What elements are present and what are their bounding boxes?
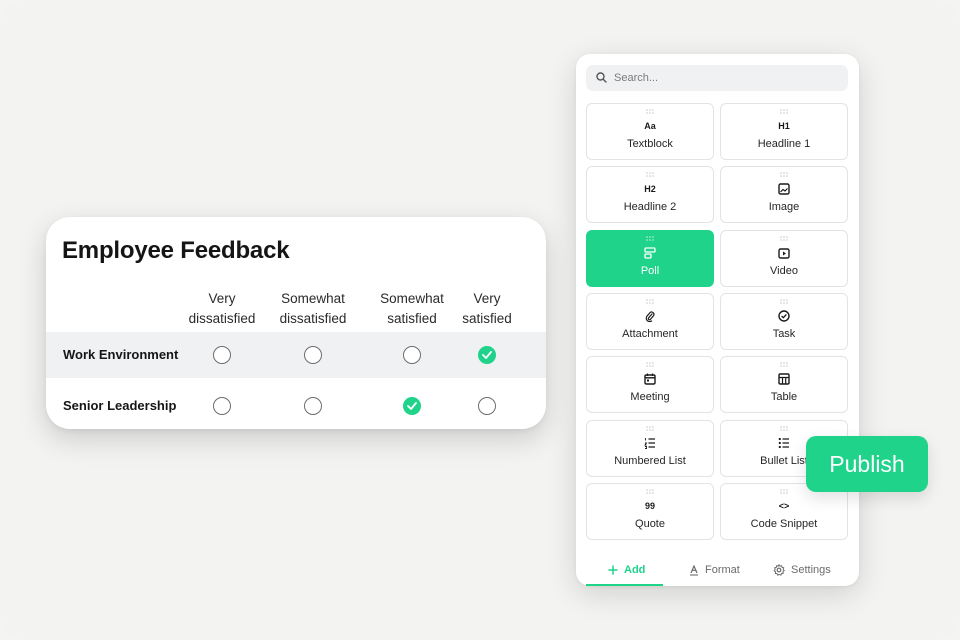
poll-icon [587, 246, 713, 260]
employee-feedback-card: Employee Feedback Very dissatisfied Some… [46, 217, 546, 429]
quote-icon: 99 [644, 501, 655, 511]
search-box [586, 65, 848, 91]
tile-label: Image [768, 201, 800, 213]
tile-label: Meeting [630, 391, 670, 403]
search-icon [596, 72, 607, 83]
tab-settings[interactable]: Settings [773, 556, 831, 584]
image-icon [721, 182, 847, 196]
calendar-icon [587, 372, 713, 386]
tab-label: Format [705, 564, 740, 576]
tile-label: Task [772, 328, 796, 340]
tab-add[interactable]: Add [608, 556, 645, 584]
drag-handle-icon [780, 362, 788, 367]
tile-headline-2[interactable]: H2 Headline 2 [586, 166, 714, 223]
panel-tabs: Add Format Settings [586, 556, 848, 586]
row-label: Work Environment [63, 347, 179, 362]
drag-handle-icon [780, 489, 788, 494]
tile-label: Headline 1 [757, 138, 811, 150]
plus-icon [608, 565, 618, 575]
radio-very-satisfied[interactable] [478, 346, 496, 364]
tile-quote[interactable]: 99 Quote [586, 483, 714, 540]
row-label: Senior Leadership [63, 398, 177, 413]
video-icon [721, 246, 847, 260]
drag-handle-icon [780, 236, 788, 241]
radio-very-satisfied[interactable] [478, 397, 496, 415]
drag-handle-icon [646, 236, 654, 241]
drag-handle-icon [780, 426, 788, 431]
tile-label: Attachment [622, 328, 678, 340]
drag-handle-icon [780, 172, 788, 177]
tile-label: Code Snippet [750, 518, 818, 530]
radio-very-dissatisfied[interactable] [213, 346, 231, 364]
drag-handle-icon [646, 299, 654, 304]
block-picker-panel: Aa Textblock H1 Headline 1 H2 Headline 2… [576, 54, 859, 586]
search-input[interactable] [614, 65, 840, 91]
tile-video[interactable]: Video [720, 230, 848, 287]
tab-format[interactable]: Format [689, 556, 740, 584]
survey-title: Employee Feedback [62, 237, 290, 264]
tile-label: Poll [640, 265, 660, 277]
survey-row-work-environment: Work Environment [46, 332, 546, 378]
drag-handle-icon [646, 109, 654, 114]
tile-meeting[interactable]: Meeting [586, 356, 714, 413]
text-format-icon [690, 564, 698, 576]
tile-poll[interactable]: Poll [586, 230, 714, 287]
column-header-very-satisfied: Very satisfied [462, 291, 512, 326]
drag-handle-icon [646, 362, 654, 367]
drag-handle-icon [646, 172, 654, 177]
tab-label: Add [624, 564, 646, 576]
tile-label: Numbered List [614, 455, 686, 467]
radio-somewhat-satisfied[interactable] [403, 346, 421, 364]
check-circle-icon [721, 309, 847, 323]
check-icon [407, 402, 417, 410]
radio-somewhat-dissatisfied[interactable] [304, 397, 322, 415]
tile-attachment[interactable]: Attachment [586, 293, 714, 350]
tile-task[interactable]: Task [720, 293, 848, 350]
check-icon [482, 351, 492, 359]
tile-image[interactable]: Image [720, 166, 848, 223]
numbered-list-icon [587, 436, 713, 450]
tile-label: Quote [635, 518, 665, 530]
tile-headline-1[interactable]: H1 Headline 1 [720, 103, 848, 160]
text-aa-icon: Aa [644, 121, 656, 131]
active-tab-indicator [586, 584, 663, 586]
code-icon: <> [778, 501, 790, 511]
radio-very-dissatisfied[interactable] [213, 397, 231, 415]
survey-row-senior-leadership: Senior Leadership [46, 383, 546, 429]
column-header-somewhat-dissatisfied: Somewhat dissatisfied [279, 291, 347, 326]
drag-handle-icon [780, 109, 788, 114]
tile-table[interactable]: Table [720, 356, 848, 413]
tile-textblock[interactable]: Aa Textblock [586, 103, 714, 160]
gear-icon [773, 564, 785, 576]
h1-icon: H1 [778, 121, 790, 131]
tile-label: Table [770, 391, 798, 403]
paperclip-icon [587, 309, 713, 323]
tile-numbered-list[interactable]: Numbered List [586, 420, 714, 477]
drag-handle-icon [780, 299, 788, 304]
publish-button[interactable]: Publish [806, 436, 928, 492]
column-header-very-dissatisfied: Very dissatisfied [188, 291, 256, 326]
tile-label: Textblock [627, 138, 673, 150]
drag-handle-icon [646, 426, 654, 431]
h2-icon: H2 [644, 184, 656, 194]
radio-somewhat-satisfied[interactable] [403, 397, 421, 415]
table-icon [721, 372, 847, 386]
tab-label: Settings [791, 564, 831, 576]
tile-label: Video [770, 265, 798, 277]
radio-somewhat-dissatisfied[interactable] [304, 346, 322, 364]
drag-handle-icon [646, 489, 654, 494]
tile-label: Headline 2 [623, 201, 677, 213]
